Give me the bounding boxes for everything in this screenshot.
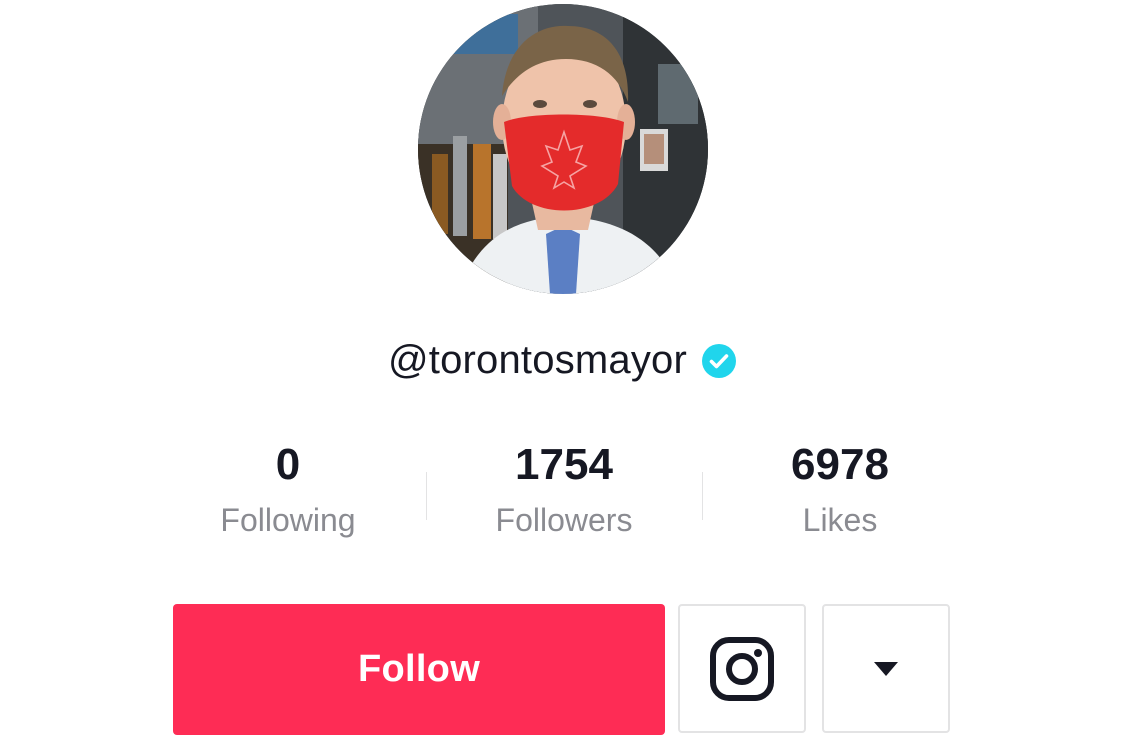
following-count: 0	[275, 440, 301, 489]
stat-followers[interactable]: 1754 Followers	[426, 436, 702, 566]
stat-likes[interactable]: 6978 Likes	[702, 436, 978, 566]
followers-count: 1754	[515, 440, 613, 489]
username-row: @torontosmayor	[0, 330, 1125, 390]
following-label: Following	[220, 502, 356, 538]
instagram-icon	[710, 636, 774, 701]
follow-button[interactable]: Follow	[173, 604, 665, 735]
stat-divider	[702, 472, 703, 520]
more-options-button[interactable]	[822, 604, 950, 733]
profile-photo	[418, 4, 708, 294]
username: @torontosmayor	[387, 337, 688, 382]
likes-count: 6978	[791, 440, 889, 489]
verified-badge-icon	[702, 344, 737, 378]
caret-down-icon	[874, 661, 898, 676]
likes-label: Likes	[802, 502, 878, 538]
followers-label: Followers	[495, 502, 633, 538]
stat-following[interactable]: 0 Following	[150, 436, 426, 566]
profile-stats: 0 Following 1754 Followers 6978 Likes	[150, 436, 978, 566]
avatar[interactable]	[418, 4, 708, 294]
stat-divider	[426, 472, 427, 520]
instagram-button[interactable]	[678, 604, 806, 733]
